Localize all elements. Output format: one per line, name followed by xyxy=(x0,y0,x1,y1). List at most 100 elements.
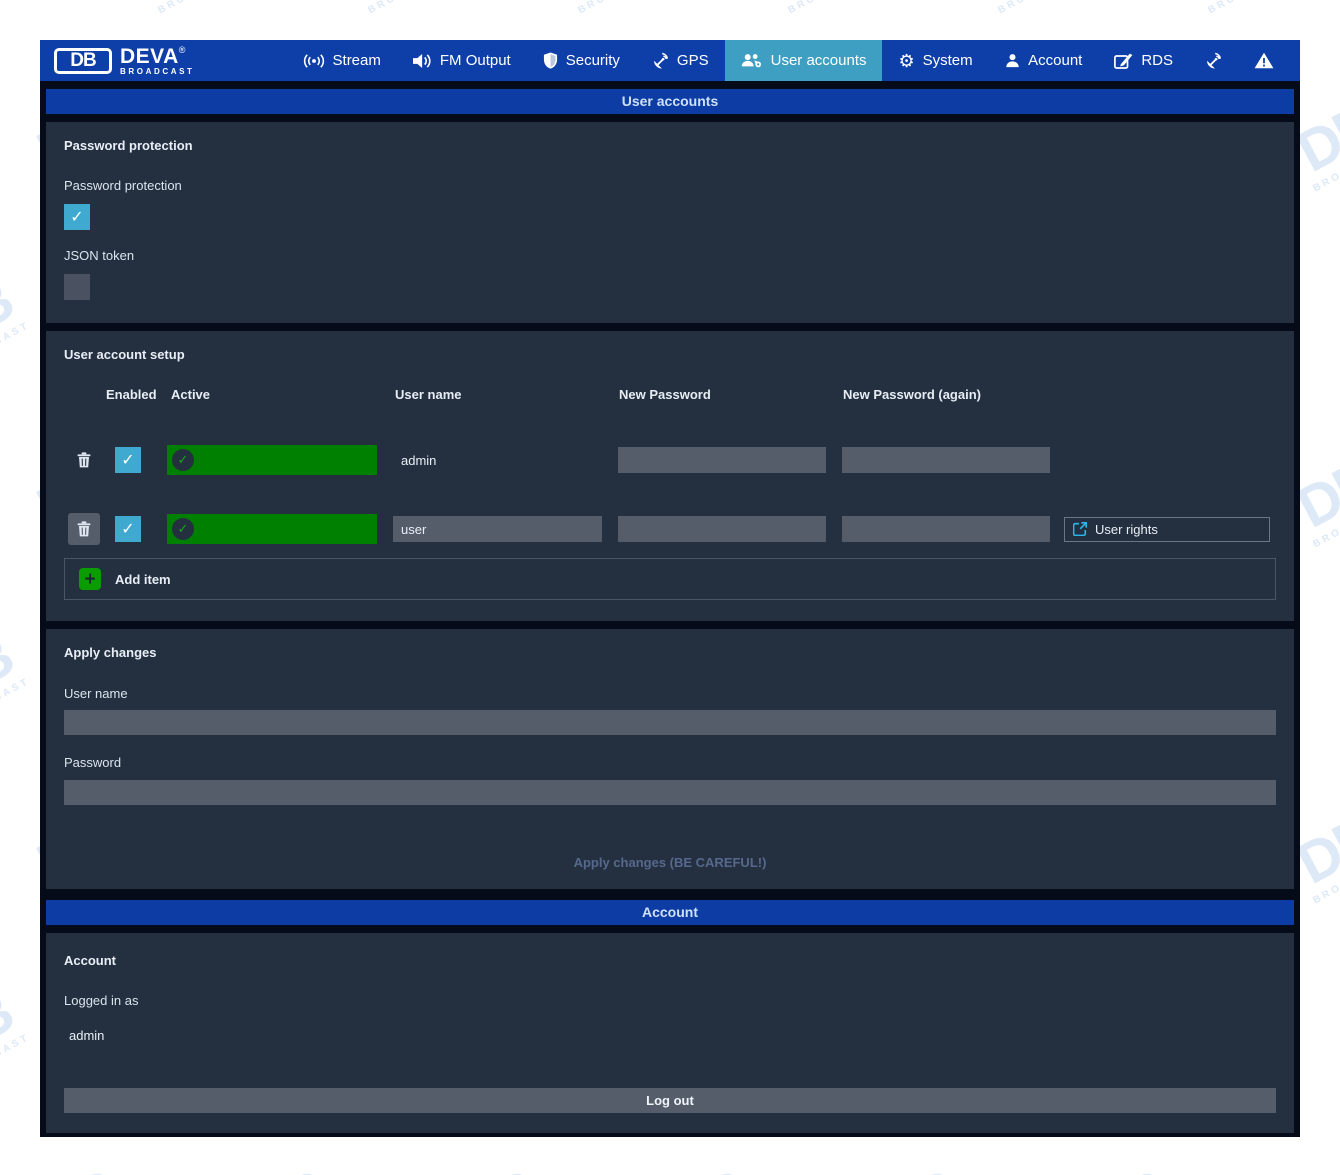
check-icon: ✓ xyxy=(70,207,83,227)
user-account-setup-panel: User account setup Enabled Active User n… xyxy=(46,331,1294,621)
nav-label-system: System xyxy=(923,52,973,69)
active-indicator: ✓ xyxy=(167,445,377,475)
nav-label-user-accounts: User accounts xyxy=(771,52,867,69)
deva-watermark: DBBROADCAST xyxy=(1074,1159,1187,1175)
shield-icon xyxy=(543,52,558,69)
deva-watermark: DBBROADCAST xyxy=(864,1159,977,1175)
trash-icon xyxy=(77,452,91,468)
deva-watermark: DBBROADCAST xyxy=(969,0,1082,16)
deva-watermark: DBBROADCAST xyxy=(759,0,872,16)
deva-logo: DB DEVA® BROADCAST xyxy=(40,40,209,81)
deva-watermark: DBBROADCAST xyxy=(339,0,452,16)
apply-password-input[interactable] xyxy=(64,780,1276,805)
deva-watermark: DBBROADCAST xyxy=(0,981,32,1085)
apply-changes-button[interactable]: Apply changes (BE CAREFUL!) xyxy=(64,847,1276,877)
nav-item-system[interactable]: ⚙ System xyxy=(882,40,988,81)
json-token-checkbox[interactable]: ✓ xyxy=(64,274,90,300)
deva-watermark: DBBROADCAST xyxy=(654,1159,767,1175)
column-header-user-name: User name xyxy=(395,387,461,402)
json-token-label: JSON token xyxy=(64,248,134,263)
account-panel: Account Logged in as admin Log out xyxy=(46,933,1294,1133)
nav-item-user-accounts[interactable]: User accounts xyxy=(725,40,883,81)
column-header-active: Active xyxy=(171,387,210,402)
apply-password-label: Password xyxy=(64,755,121,770)
user-name-input[interactable] xyxy=(393,516,602,542)
satellite-status-icon-button[interactable] xyxy=(1189,40,1238,81)
user-row-user: ✓ ✓ User rights xyxy=(46,513,1294,545)
deva-watermark: DBBROADCAST xyxy=(129,0,242,16)
check-icon: ✓ xyxy=(121,519,134,539)
user-rights-button[interactable]: User rights xyxy=(1064,517,1270,542)
nav-item-stream[interactable]: Stream xyxy=(287,40,397,81)
user-row-admin: ✓ ✓ admin xyxy=(46,444,1294,476)
nav-label-rds: RDS xyxy=(1141,52,1173,69)
apply-user-name-input[interactable] xyxy=(64,710,1276,735)
logged-in-as-label: Logged in as xyxy=(64,993,138,1008)
trash-icon xyxy=(77,521,91,537)
registered-mark: ® xyxy=(179,45,186,55)
new-password-input[interactable] xyxy=(618,516,826,542)
add-item-label: Add item xyxy=(115,572,171,587)
deva-watermark: DBBROADCAST xyxy=(0,625,32,729)
app-window: DB DEVA® BROADCAST Stream FM Output xyxy=(40,40,1300,1137)
nav-item-gps[interactable]: GPS xyxy=(636,40,725,81)
satellite-dish-icon xyxy=(1205,52,1222,69)
speaker-icon xyxy=(413,53,432,69)
deva-watermark: DBBROADCAST xyxy=(1179,0,1292,16)
apply-changes-panel: Apply changes User name Password Apply c… xyxy=(46,629,1294,889)
check-icon: ✓ xyxy=(121,450,134,470)
gear-icon: ⚙ xyxy=(898,52,914,70)
nav-item-account[interactable]: Account xyxy=(989,40,1098,81)
account-header-bar: Account xyxy=(46,900,1294,925)
nav-label-gps: GPS xyxy=(677,52,709,69)
deva-watermark: DBBROADCAST xyxy=(444,1159,557,1175)
enabled-checkbox[interactable]: ✓ xyxy=(115,516,141,542)
column-header-enabled: Enabled xyxy=(106,387,157,402)
panel-title: User account setup xyxy=(64,347,185,362)
nav-item-security[interactable]: Security xyxy=(527,40,636,81)
new-password-input[interactable] xyxy=(618,447,826,473)
password-protection-checkbox[interactable]: ✓ xyxy=(64,204,90,230)
nav-label-account: Account xyxy=(1028,52,1082,69)
deva-logo-mark: DB xyxy=(54,48,112,74)
logged-in-user-value: admin xyxy=(69,1028,104,1043)
panel-title: Password protection xyxy=(64,138,193,153)
active-check-icon: ✓ xyxy=(172,449,194,471)
person-icon xyxy=(1005,53,1020,68)
nav-label-security: Security xyxy=(566,52,620,69)
page-header-bar: User accounts xyxy=(46,89,1294,114)
users-gear-icon xyxy=(741,52,763,69)
nav-label-fm-output: FM Output xyxy=(440,52,511,69)
add-item-button[interactable]: + Add item xyxy=(64,558,1276,600)
new-password-again-input[interactable] xyxy=(842,516,1050,542)
warning-triangle-icon xyxy=(1254,52,1274,69)
apply-user-name-label: User name xyxy=(64,686,128,701)
new-password-again-input[interactable] xyxy=(842,447,1050,473)
nav-item-fm-output[interactable]: FM Output xyxy=(397,40,527,81)
user-name-text: admin xyxy=(393,453,602,468)
log-out-button[interactable]: Log out xyxy=(64,1088,1276,1113)
edit-icon xyxy=(1114,53,1133,69)
nav-right: Account RDS xyxy=(989,40,1300,81)
active-check-icon: ✓ xyxy=(172,518,194,540)
deva-watermark: DBBROADCAST xyxy=(0,269,32,373)
active-indicator: ✓ xyxy=(167,514,377,544)
delete-user-button[interactable] xyxy=(68,513,100,545)
panel-title: Account xyxy=(64,953,116,968)
deva-watermark: DBBROADCAST xyxy=(549,0,662,16)
nav-items: Stream FM Output Security GPS xyxy=(287,40,989,81)
column-header-new-password-again: New Password (again) xyxy=(843,387,981,402)
nav-label-stream: Stream xyxy=(333,52,381,69)
deva-watermark: DBBROADCAST xyxy=(0,0,32,16)
column-header-new-password: New Password xyxy=(619,387,711,402)
top-navbar: DB DEVA® BROADCAST Stream FM Output xyxy=(40,40,1300,81)
deva-watermark: DBBROADCAST xyxy=(1284,1159,1340,1175)
user-rights-label: User rights xyxy=(1095,522,1158,537)
deva-watermark: DBBROADCAST xyxy=(24,1159,137,1175)
warning-status-icon-button[interactable] xyxy=(1238,40,1290,81)
delete-user-button[interactable] xyxy=(68,444,100,476)
enabled-checkbox[interactable]: ✓ xyxy=(115,447,141,473)
nav-item-rds[interactable]: RDS xyxy=(1098,40,1189,81)
plus-icon: + xyxy=(79,568,101,590)
broadcast-text: BROADCAST xyxy=(120,68,195,76)
